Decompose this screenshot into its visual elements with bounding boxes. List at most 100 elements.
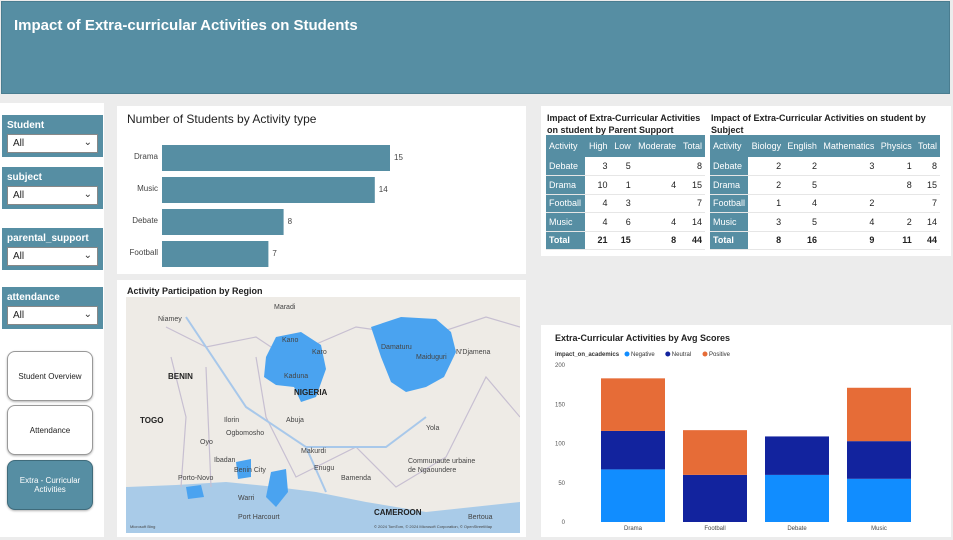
stacked-bar-segment[interactable] bbox=[847, 478, 911, 522]
data-label: 14 bbox=[379, 185, 388, 194]
chevron-down-icon: ⌄ bbox=[83, 309, 92, 320]
slicer-label: Student bbox=[7, 120, 45, 131]
table-row: Music 3 5 4 2 14 bbox=[710, 212, 940, 232]
table-cell bbox=[633, 157, 680, 176]
dropdown-value: All bbox=[13, 310, 25, 321]
stacked-bar-segment[interactable] bbox=[683, 430, 747, 475]
chevron-down-icon: ⌄ bbox=[83, 189, 92, 200]
map-label: BENIN bbox=[168, 372, 193, 381]
column-header[interactable]: English bbox=[784, 135, 820, 157]
legend-label[interactable]: Neutral bbox=[672, 352, 691, 358]
report-title: Impact of Extra-curricular Activities on… bbox=[14, 17, 358, 34]
total-cell: 44 bbox=[679, 230, 705, 250]
legend-marker[interactable] bbox=[702, 351, 708, 357]
map-label: Karo bbox=[312, 349, 327, 356]
parent-support-table: Activity High Low Moderate Total Debate 3 5 8 Dra… bbox=[546, 135, 705, 250]
subject-dropdown[interactable]: All ⌄ bbox=[7, 186, 98, 205]
y-tick-label: 200 bbox=[555, 363, 566, 369]
map-label: Kaduna bbox=[284, 373, 309, 380]
table-cell: 2 bbox=[877, 212, 915, 232]
map-label: Yola bbox=[426, 425, 440, 432]
column-header[interactable]: Moderate bbox=[633, 135, 680, 157]
stacked-bar-segment[interactable] bbox=[765, 436, 829, 475]
map-label: Maiduguri bbox=[416, 354, 447, 361]
map-label: Oyo bbox=[200, 439, 213, 446]
region-map[interactable]: Niamey Maradi Kano Karo Damaturu Maidugu… bbox=[126, 297, 520, 533]
table-row: Drama 10 1 4 15 bbox=[546, 175, 705, 195]
stacked-bar-segment[interactable] bbox=[765, 474, 829, 522]
nav-extracurricular-button[interactable]: Extra - Curricular Activities bbox=[7, 460, 93, 510]
legend-label[interactable]: Positive bbox=[709, 352, 731, 358]
total-cell: 44 bbox=[914, 230, 940, 250]
table-cell: 2 bbox=[748, 157, 785, 176]
column-header[interactable]: Activity bbox=[546, 135, 586, 157]
y-tick-label: 100 bbox=[555, 442, 566, 448]
total-cell: 21 bbox=[585, 230, 611, 250]
stacked-bar-segment[interactable] bbox=[683, 474, 747, 522]
table-cell: Debate bbox=[710, 157, 749, 176]
map-label: Maradi bbox=[274, 304, 296, 311]
nav-student-overview-button[interactable]: Student Overview bbox=[7, 351, 93, 401]
map-label: Niamey bbox=[158, 316, 182, 323]
legend-marker[interactable] bbox=[665, 351, 671, 357]
legend-marker[interactable] bbox=[624, 351, 630, 357]
y-tick-label: 50 bbox=[558, 481, 565, 487]
column-header[interactable]: High bbox=[585, 135, 611, 157]
total-cell: Total bbox=[546, 230, 586, 250]
column-header[interactable]: Physics bbox=[877, 135, 915, 157]
bar[interactable] bbox=[162, 241, 269, 267]
table-row: Football 4 3 7 bbox=[546, 194, 705, 213]
stacked-bar-segment[interactable] bbox=[601, 469, 665, 522]
slicer-label: subject bbox=[7, 172, 43, 183]
stacked-chart-title: Extra-Curricular Activities by Avg Score… bbox=[555, 333, 731, 343]
table-cell: Music bbox=[710, 212, 749, 232]
map-label: CAMEROON bbox=[374, 508, 422, 517]
stacked-bar-segment[interactable] bbox=[847, 441, 911, 479]
map-base-shapes bbox=[126, 316, 520, 533]
category-label: Drama bbox=[134, 152, 159, 161]
table-cell: 4 bbox=[819, 212, 878, 232]
stacked-bar-segment[interactable] bbox=[601, 430, 665, 470]
total-cell: 15 bbox=[610, 230, 634, 250]
bar[interactable] bbox=[162, 209, 284, 235]
legend-label[interactable]: Negative bbox=[631, 352, 655, 358]
table-cell: 1 bbox=[877, 157, 915, 176]
table-cell: 4 bbox=[585, 212, 611, 232]
attendance-dropdown[interactable]: All ⌄ bbox=[7, 306, 98, 325]
table-cell bbox=[877, 194, 915, 213]
slicer-label: attendance bbox=[7, 292, 60, 303]
y-tick-label: 150 bbox=[555, 402, 566, 408]
parental-support-dropdown[interactable]: All ⌄ bbox=[7, 247, 98, 266]
column-header[interactable]: Low bbox=[610, 135, 634, 157]
bar[interactable] bbox=[162, 145, 390, 171]
column-header[interactable]: Total bbox=[914, 135, 940, 157]
map-title: Activity Participation by Region bbox=[127, 286, 263, 296]
category-label: Football bbox=[130, 248, 159, 257]
table-cell: 2 bbox=[819, 194, 878, 213]
column-header[interactable]: Total bbox=[679, 135, 705, 157]
category-label: Music bbox=[137, 184, 158, 193]
table-cell: 14 bbox=[679, 212, 705, 232]
total-cell: 8 bbox=[748, 230, 785, 250]
bar[interactable] bbox=[162, 177, 375, 203]
column-header[interactable]: Mathematics bbox=[819, 135, 878, 157]
dropdown-value: All bbox=[13, 190, 25, 201]
chevron-down-icon: ⌄ bbox=[83, 137, 92, 148]
table-cell: 8 bbox=[914, 157, 940, 176]
table-cell: 15 bbox=[679, 175, 705, 195]
header-row: Activity Biology English Mathematics Physics… bbox=[710, 135, 940, 157]
stacked-bar-segment[interactable] bbox=[847, 387, 911, 442]
student-dropdown[interactable]: All ⌄ bbox=[7, 134, 98, 153]
map-attribution: © 2024 TomTom, © 2024 Microsoft Corporat… bbox=[374, 524, 493, 529]
total-cell: 8 bbox=[633, 230, 680, 250]
dropdown-value: All bbox=[13, 138, 25, 149]
table-cell bbox=[819, 175, 878, 195]
data-label: 7 bbox=[272, 249, 277, 258]
column-header[interactable]: Activity bbox=[710, 135, 749, 157]
stacked-bar-segment[interactable] bbox=[601, 378, 665, 431]
nav-attendance-button[interactable]: Attendance bbox=[7, 405, 93, 455]
data-label: 8 bbox=[288, 217, 293, 226]
total-cell: 16 bbox=[784, 230, 820, 250]
column-header[interactable]: Biology bbox=[748, 135, 785, 157]
table-cell: 14 bbox=[914, 212, 940, 232]
